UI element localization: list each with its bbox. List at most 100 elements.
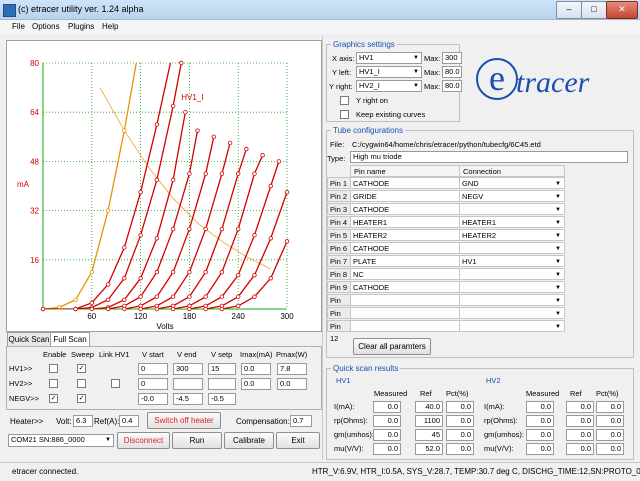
clear-all-button[interactable]: Clear all paramters	[353, 338, 431, 355]
data-point	[154, 236, 160, 241]
xaxis-value: HV1	[359, 53, 374, 62]
x-tick-label: 180	[183, 312, 197, 321]
calibrate-button[interactable]: Calibrate	[224, 432, 274, 449]
pin-name-cell[interactable]: NC	[350, 268, 460, 280]
hv2-result-label: rp(Ohms):	[484, 416, 518, 425]
series-line	[156, 148, 247, 309]
port-select[interactable]: COM21 SN:886_0000 ▼	[8, 434, 114, 447]
close-button[interactable]: ✕	[606, 1, 638, 19]
type-label: Type:	[327, 154, 346, 163]
menu-help[interactable]: Help	[102, 22, 118, 31]
hv2-enable-checkbox[interactable]	[49, 379, 58, 388]
hv1-pmax-input[interactable]: 7.8	[277, 363, 307, 375]
tab-quick-scan[interactable]: Quick Scan	[7, 332, 51, 347]
header-vstart: V start	[142, 350, 164, 359]
negv-vstart-input[interactable]: -0.0	[138, 393, 168, 405]
xaxis-select[interactable]: HV1 ▼	[356, 52, 422, 64]
pin-connection-select[interactable]: GND ▼	[459, 177, 565, 189]
switch-off-heater-button[interactable]: Switch off heater	[147, 412, 221, 429]
pin-name-cell[interactable]: CATHODE	[350, 177, 460, 189]
negv-sweep-checkbox[interactable]: ✓	[77, 394, 86, 403]
menu-plugins[interactable]: Plugins	[68, 22, 94, 31]
data-point	[203, 306, 208, 312]
maximize-button[interactable]: □	[581, 1, 607, 19]
yright-select[interactable]: HV2_I ▼	[356, 80, 422, 92]
hv1-vstep-input[interactable]: 15	[208, 363, 236, 375]
data-point	[105, 297, 111, 302]
pin-name-cell[interactable]: CATHODE	[350, 281, 460, 293]
pin-connection-select[interactable]: NEGV ▼	[459, 190, 565, 202]
title-bar: (c) etracer utility ver. 1.24 alpha – □ …	[0, 0, 640, 20]
header-vstep: V setp	[211, 350, 233, 359]
ylmax-input[interactable]: 80.0	[442, 66, 462, 78]
pin-name-cell[interactable]	[350, 320, 460, 332]
pin-connection-select[interactable]: HV1 ▼	[459, 255, 565, 267]
run-button[interactable]: Run	[172, 432, 222, 449]
pin-name-cell[interactable]: PLATE	[350, 255, 460, 267]
pin-name-cell[interactable]: HEATER2	[350, 229, 460, 241]
pin-connection-value: GND	[462, 179, 479, 188]
hv2-sweep-checkbox[interactable]	[77, 379, 86, 388]
keep-curves-checkbox[interactable]	[340, 110, 349, 119]
app-window: (c) etracer utility ver. 1.24 alpha – □ …	[0, 0, 640, 481]
pin-row-header: Pin 9	[327, 281, 351, 293]
exit-button[interactable]: Exit	[276, 432, 320, 449]
yleft-select[interactable]: HV1_I ▼	[356, 66, 422, 78]
pin-name-cell[interactable]: HEATER1	[350, 216, 460, 228]
hv2-vend-input[interactable]	[173, 378, 203, 390]
pin-name-cell[interactable]	[350, 294, 460, 306]
xmax-input[interactable]: 300	[442, 52, 462, 64]
pin-connection-select[interactable]: ▼	[459, 203, 565, 215]
negv-vstep-input[interactable]: -0.5	[208, 393, 236, 405]
data-point	[122, 297, 127, 302]
type-input[interactable]: High mu triode	[350, 151, 628, 163]
negv-vend-input[interactable]: -4.5	[173, 393, 203, 405]
pin-connection-select[interactable]: ▼	[459, 268, 565, 280]
pin-name-cell[interactable]: GRIDE	[350, 190, 460, 202]
logo-e: e	[476, 58, 518, 100]
pin-connection-select[interactable]: ▼	[459, 320, 565, 332]
pin-name-cell[interactable]	[350, 307, 460, 319]
data-point	[138, 276, 143, 281]
pin-connection-select[interactable]: HEATER1 ▼	[459, 216, 565, 228]
hv2-imax-input[interactable]: 0.0	[241, 378, 271, 390]
yright-on-checkbox[interactable]	[340, 96, 349, 105]
row-negv-label: NEGV>>	[9, 394, 40, 403]
compensation-input[interactable]: 0.7	[290, 415, 312, 427]
data-point	[105, 282, 111, 287]
hv2-link-checkbox[interactable]	[111, 379, 120, 388]
header-sweep: Sweep	[71, 350, 94, 359]
chevron-down-icon: ▼	[555, 246, 561, 252]
result-value-field: 0.0	[596, 401, 624, 413]
hv1-enable-checkbox[interactable]	[49, 364, 58, 373]
heater-volt-input[interactable]: 6.3	[73, 415, 93, 427]
disconnect-button[interactable]: Disconnect	[117, 432, 170, 449]
hv1-sweep-checkbox[interactable]: ✓	[77, 364, 86, 373]
data-point	[252, 232, 257, 238]
hv2-pmax-input[interactable]: 0.0	[277, 378, 307, 390]
hv1-imax-input[interactable]: 0.0	[241, 363, 271, 375]
data-point	[284, 239, 290, 244]
pin-connection-select[interactable]: ▼	[459, 294, 565, 306]
result-value-field: 0.0	[596, 443, 624, 455]
heater-ref-input[interactable]: 0.4	[119, 415, 139, 427]
hv1-vend-input[interactable]: 300	[173, 363, 203, 375]
chevron-down-icon: ▼	[105, 437, 111, 443]
pin-connection-select[interactable]: ▼	[459, 281, 565, 293]
pin-connection-select[interactable]: HEATER2 ▼	[459, 229, 565, 241]
yrmax-input[interactable]: 80.0	[442, 80, 462, 92]
pin-connection-select[interactable]: ▼	[459, 242, 565, 254]
menu-file[interactable]: File	[12, 22, 25, 31]
hv1-vstart-input[interactable]: 0	[138, 363, 168, 375]
minimize-button[interactable]: –	[556, 1, 582, 19]
pin-row-header: Pin 3	[327, 203, 351, 215]
data-point	[89, 306, 94, 312]
hv2-vstart-input[interactable]: 0	[138, 378, 168, 390]
pin-connection-select[interactable]: ▼	[459, 307, 565, 319]
hv2-vstep-input[interactable]	[208, 378, 236, 390]
menu-options[interactable]: Options	[32, 22, 60, 31]
pin-name-cell[interactable]: CATHODE	[350, 242, 460, 254]
negv-enable-checkbox[interactable]: ✓	[49, 394, 58, 403]
row-hv2-label: HV2>>	[9, 379, 33, 388]
pin-name-cell[interactable]: CATHODE	[350, 203, 460, 215]
